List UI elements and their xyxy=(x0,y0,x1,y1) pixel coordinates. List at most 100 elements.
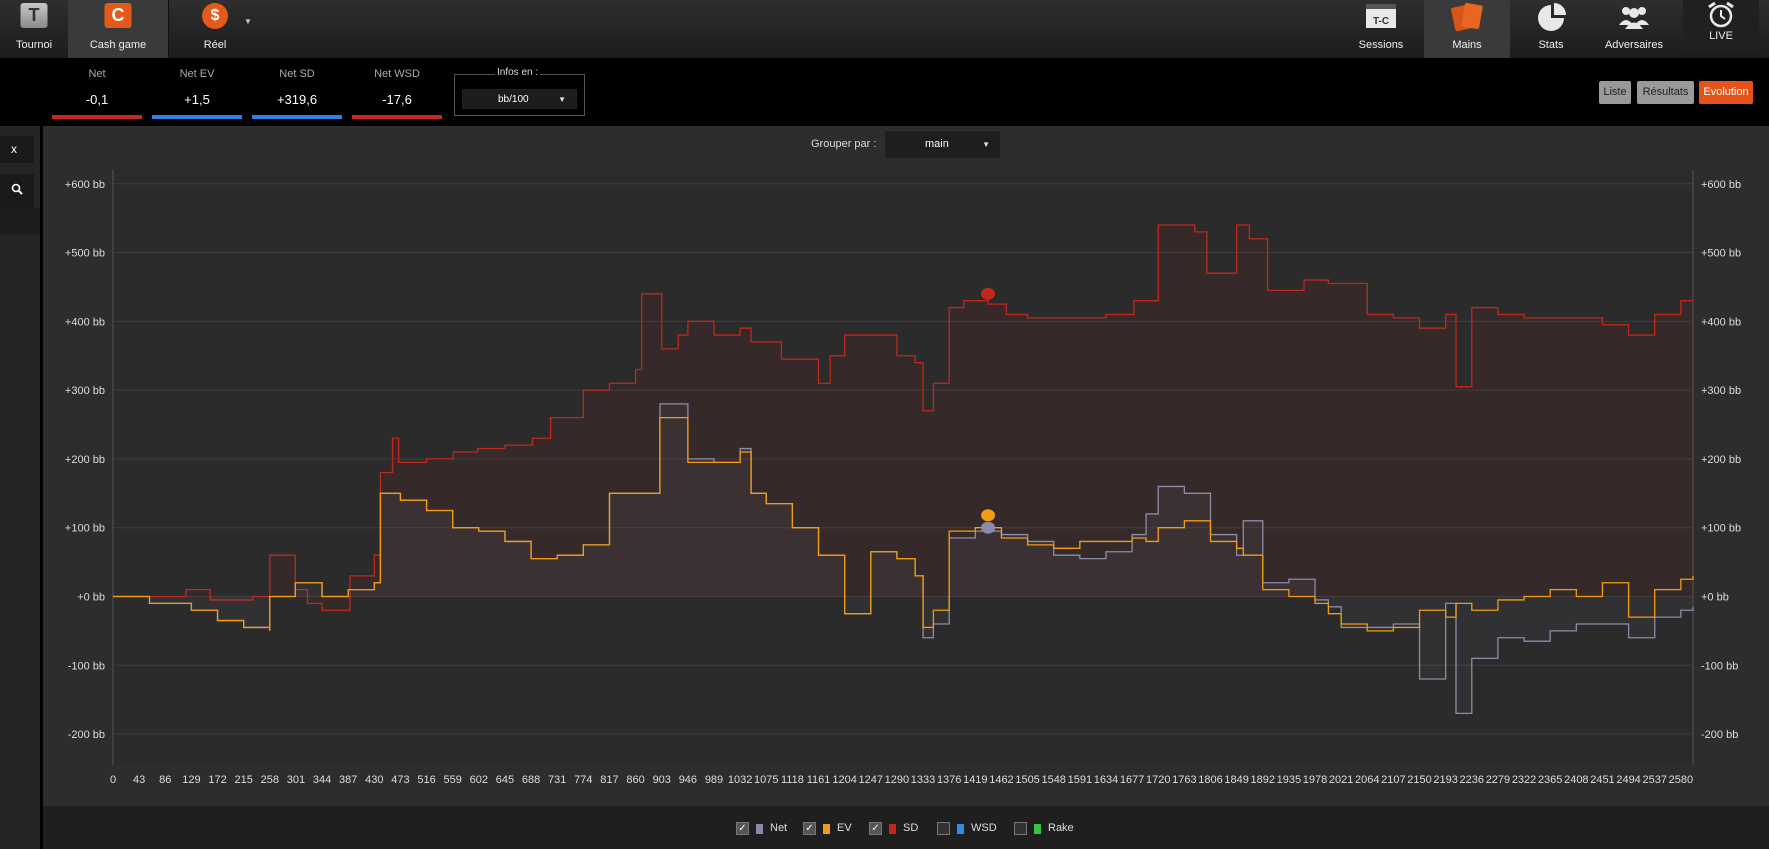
stat-label: Net xyxy=(88,68,106,80)
stat-net-wsd: Net WSD -17,6 xyxy=(352,68,442,119)
x-tick-label: 1634 xyxy=(1094,774,1118,786)
nav-tab-label: Stats xyxy=(1538,39,1564,51)
nav-tab-reel[interactable]: $ Réel xyxy=(170,0,260,58)
cards-icon xyxy=(1451,2,1483,32)
y-tick-label-right: +0 bb xyxy=(1701,591,1729,603)
x-tick-label: 1935 xyxy=(1277,774,1301,786)
stat-net-sd: Net SD +319,6 xyxy=(252,68,342,119)
x-tick-label: 602 xyxy=(470,774,488,786)
pie-chart-icon xyxy=(1536,2,1568,32)
chevron-down-icon: ▼ xyxy=(558,95,566,104)
legend-label: Rake xyxy=(1048,822,1074,834)
x-tick-label: 1720 xyxy=(1146,774,1170,786)
infos-unit-select[interactable]: bb/100 ▼ xyxy=(462,89,577,109)
x-tick-label: 1204 xyxy=(832,774,856,786)
x-tick-label: 215 xyxy=(234,774,252,786)
x-tick-label: 430 xyxy=(365,774,383,786)
x-tick-label: 731 xyxy=(548,774,566,786)
view-liste-button[interactable]: Liste xyxy=(1599,81,1631,104)
nav-tab-label: Cash game xyxy=(89,39,147,51)
y-tick-label-right: +100 bb xyxy=(1701,523,1741,535)
nav-tab-label: Adversaires xyxy=(1604,39,1664,51)
evolution-chart[interactable]: +600 bb +600 bb +500 bb +500 bb +400 bb +400 … xyxy=(43,170,1769,790)
magnifier-icon xyxy=(11,183,23,195)
legend-checkbox[interactable] xyxy=(1014,822,1027,835)
nav-tab-sessions[interactable]: T-C Sessions xyxy=(1338,0,1424,58)
x-tick-label: 516 xyxy=(417,774,435,786)
series-marker-ev xyxy=(981,509,996,522)
nav-tab-label: Mains xyxy=(1452,39,1482,51)
x-tick-label: 817 xyxy=(600,774,618,786)
legend-checkbox[interactable]: ✓ xyxy=(803,822,816,835)
x-tick-label: 1978 xyxy=(1303,774,1327,786)
infos-en-group: Infos en : bb/100 ▼ xyxy=(454,67,585,116)
x-tick-label: 1763 xyxy=(1172,774,1196,786)
y-tick-label-left: +100 bb xyxy=(65,523,105,535)
nav-tab-live[interactable]: LIVE xyxy=(1683,0,1759,52)
stat-net: Net -0,1 xyxy=(52,68,142,119)
x-tick-label: 903 xyxy=(653,774,671,786)
x-tick-label: 2322 xyxy=(1512,774,1536,786)
y-tick-label-right: -100 bb xyxy=(1701,660,1738,672)
x-tick-label: 2580 xyxy=(1669,774,1693,786)
y-tick-label-right: +400 bb xyxy=(1701,316,1741,328)
view-evolution-button[interactable]: Evolution xyxy=(1699,81,1753,104)
legend-swatch xyxy=(756,824,763,834)
stat-value: -0,1 xyxy=(85,92,109,107)
x-tick-label: 1376 xyxy=(937,774,961,786)
alarm-clock-icon xyxy=(1706,1,1736,29)
x-tick-label: 1075 xyxy=(754,774,778,786)
stat-underline xyxy=(152,115,242,119)
series-marker-net xyxy=(981,521,996,534)
stat-label: Net EV xyxy=(179,68,215,80)
x-tick-label: 1505 xyxy=(1015,774,1039,786)
nav-tab-mains[interactable]: Mains xyxy=(1424,0,1510,58)
x-tick-label: 1247 xyxy=(859,774,883,786)
legend-checkbox[interactable]: ✓ xyxy=(736,822,749,835)
y-tick-label-left: +400 bb xyxy=(65,316,105,328)
x-tick-label: 86 xyxy=(159,774,171,786)
series-marker-sd xyxy=(981,287,996,300)
stat-label: Net WSD xyxy=(374,68,420,80)
nav-tab-cash-game[interactable]: C Cash game xyxy=(68,0,168,58)
x-tick-label: 559 xyxy=(444,774,462,786)
x-tick-label: 2451 xyxy=(1590,774,1614,786)
nav-tab-tournoi[interactable]: T Tournoi xyxy=(0,0,68,58)
x-tick-label: 1548 xyxy=(1041,774,1065,786)
x-tick-label: 1677 xyxy=(1120,774,1144,786)
nav-tab-label: Réel xyxy=(203,39,227,51)
zoom-button[interactable] xyxy=(0,174,34,208)
x-tick-label: 2408 xyxy=(1564,774,1588,786)
legend-checkbox[interactable]: ✓ xyxy=(869,822,882,835)
x-tick-label: 2365 xyxy=(1538,774,1562,786)
x-tick-label: 2107 xyxy=(1381,774,1405,786)
x-tick-label: 43 xyxy=(133,774,145,786)
infos-unit-value: bb/100 xyxy=(498,94,529,105)
y-tick-label-left: -200 bb xyxy=(68,729,105,741)
nav-tab-adversaires[interactable]: Adversaires xyxy=(1592,0,1676,58)
x-tick-label: 1161 xyxy=(807,774,831,786)
view-resultats-button[interactable]: Résultats xyxy=(1637,81,1694,104)
nav-tab-label: Tournoi xyxy=(15,39,53,51)
x-tick-label: 344 xyxy=(313,774,331,786)
group-by-value: main xyxy=(925,138,949,150)
x-tick-label: 1419 xyxy=(963,774,987,786)
group-by-select[interactable]: main ▼ xyxy=(885,131,1000,158)
stat-underline xyxy=(52,115,142,119)
x-tick-label: 2279 xyxy=(1486,774,1510,786)
y-tick-label-right: +200 bb xyxy=(1701,454,1741,466)
legend-label: Net xyxy=(770,822,788,834)
x-tick-label: 688 xyxy=(522,774,540,786)
x-tick-label: 258 xyxy=(261,774,279,786)
y-tick-label-left: +300 bb xyxy=(65,385,105,397)
infos-en-label: Infos en : xyxy=(495,67,541,78)
nav-tab-label: Sessions xyxy=(1358,39,1404,51)
stat-underline xyxy=(352,115,442,119)
legend-checkbox[interactable] xyxy=(937,822,950,835)
chevron-down-icon[interactable]: ▼ xyxy=(244,17,252,26)
close-sidebar-button[interactable]: x xyxy=(0,136,34,163)
chevron-down-icon: ▼ xyxy=(982,140,990,149)
nav-tab-stats[interactable]: Stats xyxy=(1510,0,1592,58)
x-tick-label: 129 xyxy=(182,774,200,786)
left-sidebar: x xyxy=(0,126,43,849)
